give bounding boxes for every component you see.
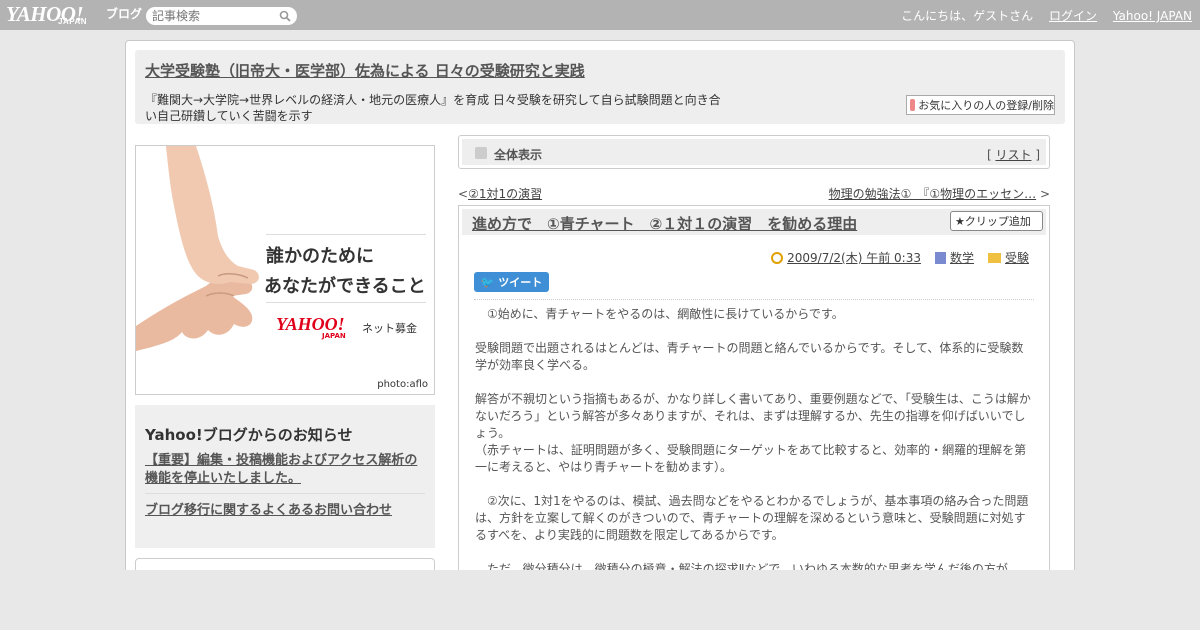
clock-icon xyxy=(771,251,784,264)
charity-banner[interactable]: 誰かのために あなたができること YAHOO! JAPAN ネット募金 phot… xyxy=(135,145,435,395)
category-exam-link[interactable]: 受験 xyxy=(1005,249,1029,266)
banner-line2: あなたができること xyxy=(264,276,426,297)
article-body: ①始めに、青チャートをやるのは、網敵性に長けているからです。 受験問題で出題され… xyxy=(475,306,1031,578)
book-icon xyxy=(934,251,946,264)
notice-item-faq[interactable]: ブログ移行に関するよくあるお問い合わせ xyxy=(145,499,392,518)
search-input[interactable] xyxy=(152,8,276,24)
article-meta: 2009/7/2(木) 午前 0:33 数学 受験 xyxy=(771,249,1029,266)
login-link[interactable]: ログイン xyxy=(1049,9,1097,23)
tweet-label: ツイート xyxy=(498,276,543,289)
logo-blog-text: ブログ xyxy=(106,7,143,21)
banner-rule-top xyxy=(266,234,426,235)
twitter-bird-icon: 🐦 xyxy=(480,276,495,289)
handshake-image xyxy=(136,146,259,351)
next-article-link[interactable]: 物理の勉強法① 『①物理のエッセン… xyxy=(829,187,1037,201)
banner-tagline: ネット募金 xyxy=(362,322,417,335)
all-display-label: 全体表示 xyxy=(494,148,543,162)
article-divider xyxy=(474,299,1034,300)
blog-header: 大学受験塾（旧帝大・医学部）佐為による 日々の受験研究と実践 『難関大→大学院→… xyxy=(135,50,1065,124)
article-header: 進め方で ①青チャート ②１対１の演習 を勧める理由 ★クリップ追加 xyxy=(462,209,1046,235)
star-icon: ★ xyxy=(955,215,965,228)
blog-description: 『難関大→大学院→世界レベルの経済人・地元の医療人』を育成 日々受験を研究して自… xyxy=(145,93,721,123)
list-link[interactable]: リスト xyxy=(995,148,1031,162)
next-article: 物理の勉強法① 『①物理のエッセン… > xyxy=(829,185,1050,202)
prev-article: <②1対1の演習 xyxy=(458,185,542,202)
top-bar: YAHOO! JAPAN ブログ こんにちは、ゲストさん ログイン Yahoo!… xyxy=(0,0,1200,30)
folder-icon xyxy=(987,252,1001,263)
clip-add-button[interactable]: ★クリップ追加 xyxy=(950,211,1043,231)
search-box xyxy=(146,7,297,25)
blog-title[interactable]: 大学受験塾（旧帝大・医学部）佐為による 日々の受験研究と実践 xyxy=(145,60,585,81)
notice-item-important[interactable]: 【重要】編集・投稿機能およびアクセス解析の機能を停止いたしました。 xyxy=(145,452,427,488)
article-paragraph: （赤チャートは、証明問題が多く、受験問題にターゲットをあて比較すると、効率的・網… xyxy=(475,443,1027,474)
banner-photo-credit: photo:aflo xyxy=(377,379,428,390)
prev-arrow: < xyxy=(458,187,469,201)
all-display-bar-inner: 全体表示 [ リスト ] xyxy=(462,139,1046,165)
user-links: こんにちは、ゲストさん ログイン Yahoo! JAPAN xyxy=(889,7,1192,24)
banner-line1: 誰かのために xyxy=(266,246,374,267)
footer-band xyxy=(0,570,1200,630)
yahoo-blog-notice: Yahoo!ブログからのお知らせ 【重要】編集・投稿機能およびアクセス解析の機能… xyxy=(135,405,435,548)
article-date-link[interactable]: 2009/7/2(木) 午前 0:33 xyxy=(787,249,921,266)
article-paragraph: ②次に、1対1をやるのは、模試、過去問などをやるとわかるでしょうが、基本事項の絡… xyxy=(475,494,1029,542)
article-title[interactable]: 進め方で ①青チャート ②１対１の演習 を勧める理由 xyxy=(472,213,857,234)
category-math-link[interactable]: 数学 xyxy=(950,249,974,266)
article: 進め方で ①青チャート ②１対１の演習 を勧める理由 ★クリップ追加 2009/… xyxy=(458,205,1050,585)
arrow-right-icon xyxy=(475,147,487,159)
list-link-wrapper: [ リスト ] xyxy=(987,146,1040,163)
article-paragraph: 受験問題で出題されるはとんどは、青チャートの問題と絡んでいるからです。そして、体… xyxy=(475,341,1024,372)
banner-yahoo-japan: JAPAN xyxy=(322,332,346,340)
article-paragraph: ①始めに、青チャートをやるのは、網敵性に長けているからです。 xyxy=(475,307,844,321)
all-display-bar: 全体表示 [ リスト ] xyxy=(458,135,1050,169)
yahoo-japan-link[interactable]: Yahoo! JAPAN xyxy=(1113,9,1192,23)
list-bracket-open: [ xyxy=(986,148,992,162)
notice-divider xyxy=(145,493,425,494)
list-bracket-close: ] xyxy=(1035,148,1040,162)
favorite-button-label: お気に入りの人の登録/削除 xyxy=(918,99,1054,112)
clip-add-label: クリップ追加 xyxy=(964,215,1031,228)
greeting-text: こんにちは、ゲストさん xyxy=(901,9,1034,23)
logo-japan-text: JAPAN xyxy=(58,17,88,26)
heart-icon xyxy=(910,99,916,111)
article-navigation: <②1対1の演習 物理の勉強法① 『①物理のエッセン… > xyxy=(458,185,1050,201)
tweet-button[interactable]: 🐦 ツイート xyxy=(474,272,549,292)
article-paragraph: 解答が不親切という指摘もあるが、かなり詳しく書いてあり、重要例題などで、「受験生… xyxy=(475,392,1031,440)
next-arrow: > xyxy=(1039,187,1050,201)
banner-rule-bottom xyxy=(266,302,426,303)
search-icon[interactable] xyxy=(279,10,291,22)
notice-title: Yahoo!ブログからのお知らせ xyxy=(145,426,353,444)
prev-article-link[interactable]: ②1対1の演習 xyxy=(468,187,542,201)
favorite-register-button[interactable]: お気に入りの人の登録/削除 xyxy=(906,95,1055,115)
